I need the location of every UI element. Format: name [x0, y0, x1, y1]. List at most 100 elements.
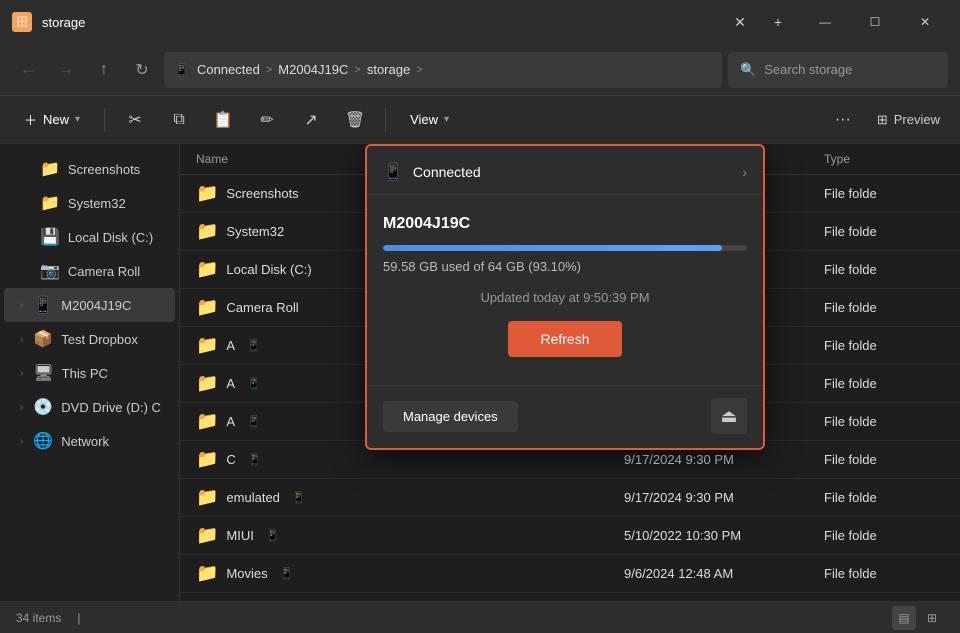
- sidebar-item-test-dropbox[interactable]: › 📦 Test Dropbox: [4, 322, 175, 356]
- refresh-button[interactable]: ↻: [126, 54, 158, 86]
- sidebar-item-icon: 📦: [33, 329, 53, 349]
- minimize-button[interactable]: —: [802, 6, 848, 38]
- forward-button[interactable]: →: [50, 54, 82, 86]
- view-toggle: ▤ ⊞: [892, 606, 944, 630]
- preview-icon: ⊞: [877, 112, 888, 128]
- sidebar-item-icon: 📱: [33, 295, 53, 315]
- breadcrumb-folder: storage: [367, 62, 410, 77]
- eject-button[interactable]: ⏏: [711, 398, 747, 434]
- sidebar-item-icon: 📁: [40, 193, 60, 213]
- sidebar-item-screenshots[interactable]: 📁 Screenshots: [4, 152, 175, 186]
- grid-view-button[interactable]: ⊞: [920, 606, 944, 630]
- search-box[interactable]: 🔍 Search storage: [728, 52, 948, 88]
- phone-badge: 📱: [248, 453, 262, 466]
- popup-header-title: Connected: [413, 164, 732, 180]
- refresh-button[interactable]: Refresh: [508, 321, 621, 357]
- popup-chevron-icon[interactable]: ›: [742, 164, 747, 180]
- file-date: 9/17/2024 9:30 PM: [624, 490, 824, 505]
- file-name-text: Local Disk (C:): [226, 262, 311, 277]
- sidebar-item-icon: 💿: [33, 397, 53, 417]
- file-name: 📁 MIUI 📱: [196, 525, 624, 546]
- sidebar-item-dvd-drive-(d:)-c[interactable]: › 💿 DVD Drive (D:) C: [4, 390, 175, 424]
- sidebar-item-label: DVD Drive (D:) C: [61, 400, 161, 415]
- sidebar-item-label: M2004J19C: [61, 298, 131, 313]
- file-name-text: emulated: [226, 490, 279, 505]
- sidebar-item-icon: 💾: [40, 227, 60, 247]
- file-name-text: System32: [226, 224, 284, 239]
- title-text: storage: [42, 15, 716, 30]
- phone-badge: 📱: [247, 415, 261, 428]
- sidebar-item-camera-roll[interactable]: 📷 Camera Roll: [4, 254, 175, 288]
- device-popup: 📱 Connected › M2004J19C 59.58 GB used of…: [365, 144, 765, 450]
- new-button[interactable]: ＋ New ▾: [12, 104, 92, 135]
- sidebar-item-m2004j19c[interactable]: › 📱 M2004J19C: [4, 288, 175, 322]
- sidebar-item-network[interactable]: › 🌐 Network: [4, 424, 175, 458]
- sidebar-item-system32[interactable]: 📁 System32: [4, 186, 175, 220]
- file-name-text: A: [226, 376, 235, 391]
- file-type: File folde: [824, 452, 944, 467]
- sidebar-item-this-pc[interactable]: › 🖥 This PC: [4, 356, 175, 390]
- statusbar: 34 items | ▤ ⊞: [0, 601, 960, 633]
- tab-close-button[interactable]: ✕: [726, 8, 754, 36]
- list-view-button[interactable]: ▤: [892, 606, 916, 630]
- tab-add-button[interactable]: +: [764, 8, 792, 36]
- storage-progress: 59.58 GB used of 64 GB (93.10%): [383, 245, 747, 274]
- popup-footer: Manage devices ⏏: [367, 385, 763, 448]
- file-name-text: Screenshots: [226, 186, 298, 201]
- folder-icon: 📁: [196, 297, 218, 318]
- new-icon: ＋: [24, 110, 37, 129]
- breadcrumb-phone-icon: 📱: [174, 63, 189, 77]
- table-row[interactable]: 📁 MIUI 📱 5/10/2022 10:30 PM File folde: [180, 517, 960, 555]
- preview-label: Preview: [894, 112, 940, 127]
- sidebar-item-label: This PC: [62, 366, 108, 381]
- statusbar-separator: |: [77, 611, 80, 625]
- breadcrumb-sep2: >: [354, 64, 360, 76]
- share-button[interactable]: ↗: [293, 102, 329, 138]
- phone-badge: 📱: [266, 529, 280, 542]
- view-button[interactable]: View ▾: [398, 106, 461, 133]
- sidebar-item-local-disk-(c:)[interactable]: 💾 Local Disk (C:): [4, 220, 175, 254]
- table-row[interactable]: 📁 emulated 📱 9/17/2024 9:30 PM File fold…: [180, 479, 960, 517]
- phone-badge: 📱: [292, 491, 306, 504]
- navbar: ← → ↑ ↻ 📱 Connected > M2004J19C > storag…: [0, 44, 960, 96]
- breadcrumb[interactable]: 📱 Connected > M2004J19C > storage >: [164, 52, 722, 88]
- folder-icon: 📁: [196, 449, 218, 470]
- file-name-text: C: [226, 452, 235, 467]
- file-type: File folde: [824, 376, 944, 391]
- file-name-text: MIUI: [226, 528, 253, 543]
- phone-badge: 📱: [247, 377, 261, 390]
- file-name-text: Camera Roll: [226, 300, 298, 315]
- folder-icon: 📁: [196, 487, 218, 508]
- up-button[interactable]: ↑: [88, 54, 120, 86]
- folder-icon: 📁: [196, 373, 218, 394]
- preview-button[interactable]: ⊞ Preview: [869, 108, 948, 132]
- breadcrumb-sep3: >: [416, 64, 422, 76]
- rename-button[interactable]: ✏: [249, 102, 285, 138]
- sidebar: 📁 Screenshots 📁 System32 💾 Local Disk (C…: [0, 144, 180, 601]
- file-date: 5/10/2022 10:30 PM: [624, 528, 824, 543]
- expand-icon: ›: [20, 334, 23, 345]
- popup-header: 📱 Connected ›: [367, 146, 763, 195]
- maximize-button[interactable]: ☐: [852, 6, 898, 38]
- sidebar-item-label: Screenshots: [68, 162, 140, 177]
- update-label: Updated today at 9:50:39 PM: [383, 290, 747, 305]
- cut-button[interactable]: ✂: [117, 102, 153, 138]
- manage-devices-button[interactable]: Manage devices: [383, 401, 518, 432]
- more-button[interactable]: ···: [825, 102, 861, 138]
- progress-background: [383, 245, 747, 251]
- delete-button[interactable]: 🗑: [337, 102, 373, 138]
- file-name: 📁 emulated 📱: [196, 487, 624, 508]
- paste-button[interactable]: 📋: [205, 102, 241, 138]
- sidebar-item-icon: 📁: [40, 159, 60, 179]
- toolbar-separator-2: [385, 108, 386, 132]
- content-area: Name Date modified Type 📁 Screenshots 11…: [180, 144, 960, 601]
- file-name-text: Movies: [226, 566, 267, 581]
- back-button[interactable]: ←: [12, 54, 44, 86]
- copy-button[interactable]: ⧉: [161, 102, 197, 138]
- popup-body: M2004J19C 59.58 GB used of 64 GB (93.10%…: [367, 195, 763, 385]
- device-name: M2004J19C: [383, 215, 747, 233]
- sidebar-item-label: Network: [61, 434, 109, 449]
- close-button[interactable]: ✕: [902, 6, 948, 38]
- table-row[interactable]: 📁 Movies 📱 9/6/2024 12:48 AM File folde: [180, 555, 960, 593]
- folder-icon: 📁: [196, 183, 218, 204]
